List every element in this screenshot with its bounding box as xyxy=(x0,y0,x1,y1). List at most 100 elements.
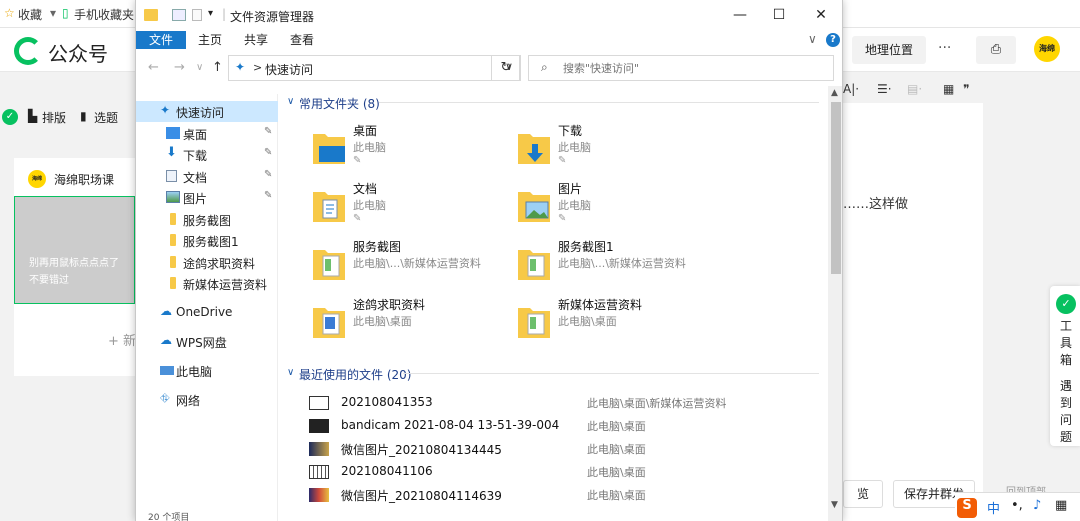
address-input[interactable]: ✦ > 快速访问 ∨ xyxy=(228,55,520,81)
folder-icon xyxy=(170,277,176,289)
desktop-folder-icon xyxy=(311,128,347,166)
toolbox-label: 工具箱 xyxy=(1060,319,1073,367)
indent-icon[interactable]: ▤· xyxy=(907,82,922,96)
nav-item-network[interactable]: ⛗ 网络 xyxy=(136,389,278,410)
pin-icon[interactable]: ✎ xyxy=(264,147,272,158)
nav-item-this-pc[interactable]: 此电脑 xyxy=(136,360,278,381)
chevron-down-icon[interactable]: ∨ xyxy=(287,367,294,378)
folder-tile-documents[interactable]: 文档 此电脑 ✎ xyxy=(311,180,511,234)
video-file-icon xyxy=(309,419,329,433)
chevron-down-icon[interactable]: ∨ xyxy=(287,96,294,107)
preview-button[interactable]: 览 xyxy=(843,480,883,508)
favorites-link[interactable]: 收藏 xyxy=(18,6,42,23)
folder-tile-downloads[interactable]: 下载 此电脑 ✎ xyxy=(516,122,716,176)
mobile-favorites-link[interactable]: 手机收藏夹 xyxy=(74,6,134,23)
list-icon[interactable]: ☰· xyxy=(877,82,892,96)
sogou-icon[interactable]: S xyxy=(957,498,977,518)
title-bar[interactable]: ▾ | 文件资源管理器 — ☐ ✕ xyxy=(136,0,842,31)
toolbox-panel[interactable]: ✓ 工具箱 遇到问题 xyxy=(1050,286,1080,446)
nav-item-documents[interactable]: 文档 ✎ xyxy=(136,166,278,187)
divider xyxy=(403,373,819,374)
folder-tile-service-screenshots-1[interactable]: 服务截图1 此电脑\...\新媒体运营资料 xyxy=(516,238,716,292)
tab-view[interactable]: 查看 xyxy=(282,31,322,49)
recent-locations-icon[interactable]: ∨ xyxy=(196,62,203,73)
breadcrumb-quick-access[interactable]: 快速访问 xyxy=(265,61,313,78)
folder-tile-new-media[interactable]: 新媒体运营资料 此电脑\桌面 xyxy=(516,296,716,350)
avatar[interactable]: 海绵 xyxy=(1034,36,1060,62)
vertical-scrollbar[interactable]: ▲ ▼ xyxy=(828,86,842,521)
keyboard-icon[interactable]: ▦ xyxy=(1055,498,1067,513)
forward-arrow-icon[interactable]: → xyxy=(174,60,185,75)
folder-tile-job-materials[interactable]: 途鸽求职资料 此电脑\桌面 xyxy=(311,296,511,350)
editor-body[interactable] xyxy=(843,103,983,521)
folder-tile-desktop[interactable]: 桌面 此电脑 ✎ xyxy=(311,122,511,176)
folder-tile-pictures[interactable]: 图片 此电脑 ✎ xyxy=(516,180,716,234)
pin-icon: ✦ xyxy=(235,60,246,74)
pin-icon[interactable]: ✎ xyxy=(264,169,272,180)
list-item[interactable]: bandicam 2021-08-04 13-51-39-004 此电脑\桌面 xyxy=(309,415,819,437)
nav-item-wps-drive[interactable]: ☁ WPS网盘 xyxy=(136,331,278,352)
nav-item-folder[interactable]: 途鸽求职资料 xyxy=(136,252,278,273)
nav-item-folder[interactable]: 服务截图 xyxy=(136,209,278,230)
properties-icon[interactable] xyxy=(172,9,186,21)
ime-toolbar[interactable]: S 中 •, ♪ ▦ xyxy=(955,492,1080,521)
quote-icon[interactable]: ❞ xyxy=(963,82,969,96)
punct-icon[interactable]: •, xyxy=(1011,498,1023,513)
article-content-text[interactable]: ……这样做 xyxy=(843,193,908,212)
folder-tile-service-screenshots[interactable]: 服务截图 此电脑\...\新媒体运营资料 xyxy=(311,238,511,292)
maximize-button[interactable]: ☐ xyxy=(756,0,802,30)
align-icon[interactable]: A|· xyxy=(843,82,859,96)
mobile-preview-icon[interactable]: ⎙ xyxy=(976,36,1016,64)
list-item[interactable]: 微信图片_20210804134445 此电脑\桌面 xyxy=(309,438,819,460)
window-title: 文件资源管理器 xyxy=(230,10,315,24)
back-arrow-icon[interactable]: ← xyxy=(148,60,159,75)
layout-button[interactable]: 排版 xyxy=(42,109,66,126)
scrollbar-thumb[interactable] xyxy=(831,102,841,274)
explorer-app-icon[interactable] xyxy=(144,9,158,21)
chevron-down-icon[interactable]: ▾ xyxy=(50,6,56,20)
frequent-folders-header[interactable]: ∨ 常用文件夹 (8) xyxy=(279,92,819,112)
chevron-down-icon[interactable]: ▾ xyxy=(208,8,218,20)
expand-ribbon-icon[interactable]: ∨ xyxy=(808,32,817,46)
mic-icon[interactable]: ♪ xyxy=(1033,498,1041,513)
topic-button[interactable]: 选题 xyxy=(94,109,118,126)
ime-mode-label[interactable]: 中 xyxy=(987,498,1000,517)
scroll-down-icon[interactable]: ▼ xyxy=(831,500,838,510)
nav-item-downloads[interactable]: ⬇ 下载 ✎ xyxy=(136,144,278,165)
list-item[interactable]: 微信图片_20210804114639 此电脑\桌面 xyxy=(309,484,819,506)
breadcrumb-separator[interactable]: > xyxy=(253,61,262,74)
help-icon[interactable]: ? xyxy=(826,33,840,47)
location-button[interactable]: 地理位置 xyxy=(852,36,926,64)
feedback-label[interactable]: 遇到问题 xyxy=(1060,378,1072,446)
account-avatar: 海绵 xyxy=(28,170,46,188)
more-icon[interactable]: ··· xyxy=(938,40,951,56)
nav-item-onedrive[interactable]: ☁ OneDrive xyxy=(136,302,278,323)
divider xyxy=(379,102,819,103)
list-item[interactable]: 202108041353 此电脑\桌面\新媒体运营资料 xyxy=(309,392,819,414)
list-item[interactable]: 202108041106 此电脑\桌面 xyxy=(309,461,819,483)
close-button[interactable]: ✕ xyxy=(798,0,842,30)
recent-files-header[interactable]: ∨ 最近使用的文件 (20) xyxy=(279,363,819,383)
title-separator: | xyxy=(222,7,227,21)
table-icon[interactable]: ▦ xyxy=(943,82,954,96)
article-cover[interactable]: 别再用鼠标点点点了 不要错过 xyxy=(14,196,135,304)
search-input[interactable] xyxy=(563,59,823,77)
tab-file[interactable]: 文件 xyxy=(136,31,186,49)
tab-home[interactable]: 主页 xyxy=(190,31,230,49)
scroll-up-icon[interactable]: ▲ xyxy=(831,88,838,98)
nav-item-quick-access[interactable]: ✦ 快速访问 xyxy=(136,101,278,122)
nav-item-pictures[interactable]: 图片 ✎ xyxy=(136,187,278,208)
refresh-button[interactable]: ↻ xyxy=(491,55,521,81)
tab-share[interactable]: 共享 xyxy=(236,31,276,49)
nav-item-desktop[interactable]: 桌面 ✎ xyxy=(136,123,278,144)
add-article-button[interactable]: + 新 xyxy=(108,330,136,349)
up-arrow-icon[interactable]: ↑ xyxy=(212,60,223,75)
nav-item-folder[interactable]: 服务截图1 xyxy=(136,230,278,251)
pin-icon: ✎ xyxy=(558,213,567,224)
pin-icon[interactable]: ✎ xyxy=(264,126,272,137)
pin-icon[interactable]: ✎ xyxy=(264,190,272,201)
nav-item-folder[interactable]: 新媒体运营资料 xyxy=(136,273,278,294)
search-field[interactable]: ⌕ xyxy=(528,55,834,81)
computer-icon xyxy=(160,366,174,375)
new-folder-icon[interactable] xyxy=(192,9,202,21)
